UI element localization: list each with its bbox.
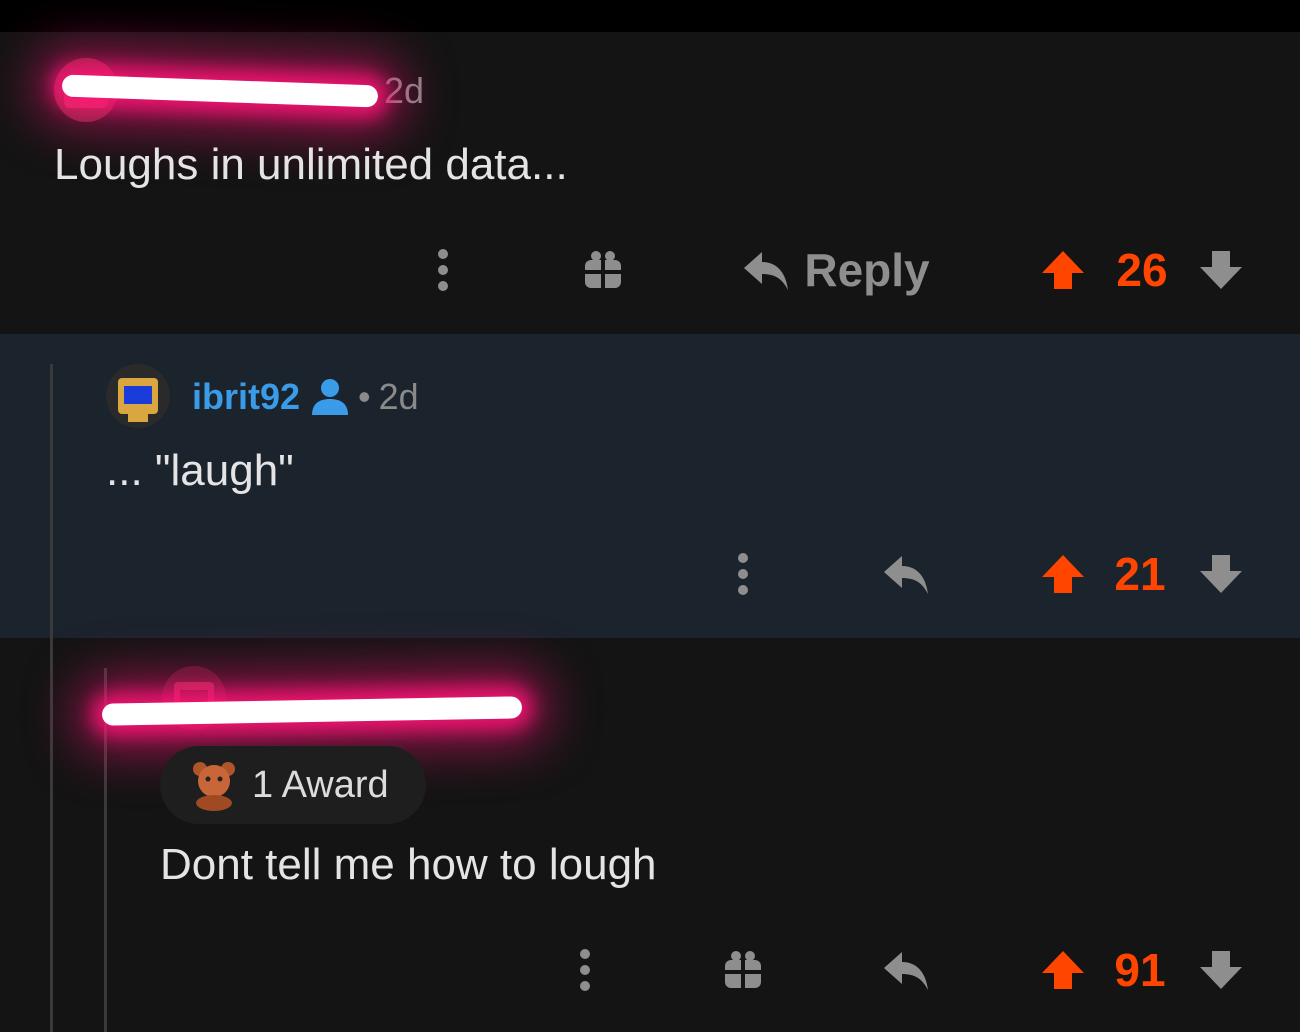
reply-arrow-icon	[884, 556, 928, 594]
more-vertical-icon	[738, 553, 748, 595]
bear-award-icon	[193, 762, 235, 811]
upvote-button[interactable]	[1038, 930, 1088, 1010]
vote-score: 21	[1110, 534, 1170, 614]
score-value: 91	[1114, 944, 1166, 996]
award-button[interactable]	[578, 230, 628, 310]
more-vertical-icon	[580, 949, 590, 991]
comment-actions: Reply 26	[0, 230, 1300, 310]
reply-button[interactable]	[876, 534, 936, 614]
upvote-arrow-icon	[1042, 951, 1084, 989]
more-vertical-icon	[438, 249, 448, 291]
more-options-button[interactable]	[718, 534, 768, 614]
reply-arrow-icon	[744, 252, 789, 290]
reply-button[interactable]	[876, 930, 936, 1010]
downvote-button[interactable]	[1196, 534, 1246, 614]
score-value: 26	[1116, 244, 1168, 296]
score-value: 21	[1114, 548, 1166, 600]
downvote-arrow-icon	[1200, 555, 1242, 593]
downvote-button[interactable]	[1196, 230, 1246, 310]
award-badge[interactable]: 1 Award	[160, 746, 426, 824]
vote-score: 91	[1110, 930, 1170, 1010]
more-options-button[interactable]	[418, 230, 468, 310]
avatar[interactable]	[106, 364, 170, 428]
gift-icon	[725, 951, 761, 988]
upvote-arrow-icon	[1042, 251, 1084, 289]
reply-label: Reply	[804, 244, 930, 296]
more-options-button[interactable]	[560, 930, 610, 1010]
gift-icon	[585, 251, 621, 288]
upvote-button[interactable]	[1038, 534, 1088, 614]
comment-meta: 2d	[384, 70, 424, 112]
comment-time: 2d	[378, 376, 419, 417]
reply-arrow-icon	[884, 952, 928, 990]
comment-body: ... "laugh"	[106, 446, 294, 495]
downvote-arrow-icon	[1200, 951, 1242, 989]
downvote-arrow-icon	[1200, 251, 1242, 289]
comment-body: Dont tell me how to lough	[160, 840, 657, 889]
upvote-arrow-icon	[1042, 555, 1084, 593]
award-button[interactable]	[718, 930, 768, 1010]
person-icon	[312, 379, 349, 415]
comment-1: 2d Loughs in unlimited data... Reply 26	[0, 32, 1300, 334]
separator-dot: •	[358, 376, 371, 417]
reply-button[interactable]: Reply	[736, 230, 936, 310]
comment-actions: 21	[0, 534, 1300, 614]
top-bar	[0, 0, 1300, 32]
comment-body: Loughs in unlimited data...	[54, 140, 568, 189]
username[interactable]: ibrit92	[192, 376, 300, 418]
award-label: 1 Award	[252, 763, 389, 806]
comment-meta: ibrit92 • 2d	[192, 376, 419, 418]
downvote-button[interactable]	[1196, 930, 1246, 1010]
comment-3: 1 Award Dont tell me how to lough 91	[0, 638, 1300, 1032]
comment-actions: 91	[0, 930, 1300, 1010]
vote-score: 26	[1110, 230, 1174, 310]
comment-2: ibrit92 • 2d ... "laugh" 21	[0, 334, 1300, 638]
comment-time: 2d	[384, 70, 425, 111]
upvote-button[interactable]	[1038, 230, 1088, 310]
